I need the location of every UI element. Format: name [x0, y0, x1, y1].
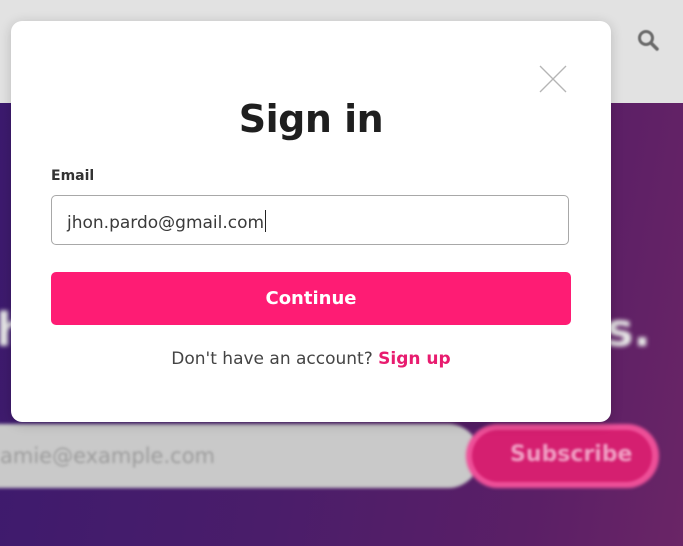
signup-prompt-line: Don't have an account? Sign up — [11, 349, 611, 369]
email-label: Email — [51, 168, 95, 184]
close-icon — [539, 65, 567, 93]
email-field[interactable]: jhon.pardo@gmail.com — [51, 195, 569, 245]
signup-link[interactable]: Sign up — [378, 349, 451, 369]
email-field-value: jhon.pardo@gmail.com — [67, 210, 267, 233]
sign-in-modal: Sign in Email jhon.pardo@gmail.com Conti… — [11, 21, 611, 422]
newsletter-email-placeholder: amie@example.com — [0, 444, 215, 468]
continue-button[interactable]: Continue — [51, 272, 571, 325]
close-button[interactable] — [538, 64, 568, 94]
search-icon[interactable] — [636, 28, 660, 52]
signup-prompt-text: Don't have an account? — [171, 349, 373, 369]
subscribe-button-label: Subscribe — [510, 442, 633, 467]
modal-title: Sign in — [238, 97, 384, 141]
text-caret — [265, 210, 267, 232]
hero-heading-fragment-right: s. — [606, 303, 651, 357]
